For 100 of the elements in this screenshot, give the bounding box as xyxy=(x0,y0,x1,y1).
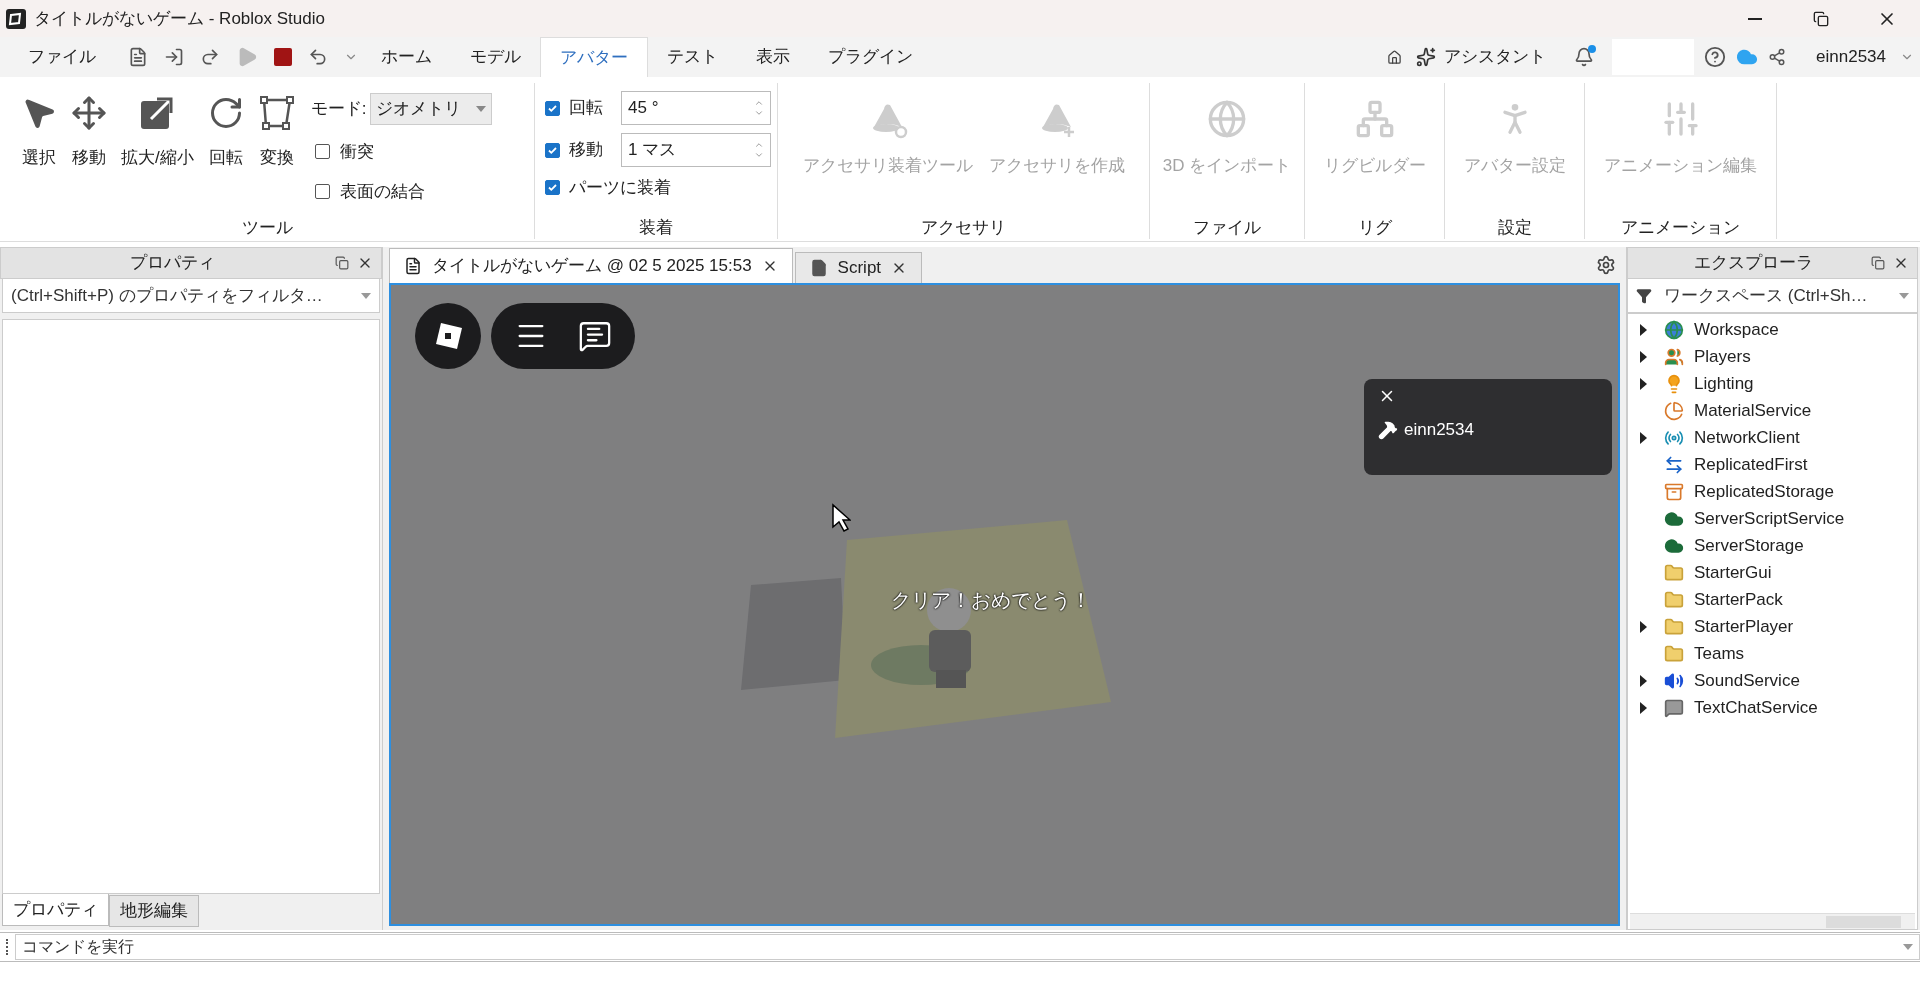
speaker-icon xyxy=(1664,670,1684,691)
help-icon[interactable] xyxy=(1704,46,1727,68)
snap-label: 移動 xyxy=(569,139,604,162)
filter-icon[interactable] xyxy=(1636,287,1652,304)
explorer-item[interactable]: Lighting xyxy=(1628,370,1917,397)
home-icon[interactable] xyxy=(1387,49,1403,65)
panel-tab[interactable]: プロパティ xyxy=(2,894,109,926)
ribbon-tab[interactable]: ホーム xyxy=(362,37,451,77)
tool-button[interactable]: 回転 xyxy=(200,93,251,215)
minimize-icon xyxy=(1748,17,1762,20)
explorer-item[interactable]: Teams xyxy=(1628,640,1917,667)
expand-arrow-icon[interactable] xyxy=(1639,701,1647,714)
script-icon xyxy=(809,259,828,277)
group-label: アニメーション xyxy=(1620,217,1741,239)
option-label: 表面の結合 xyxy=(339,180,425,203)
explorer-item[interactable]: StarterGui xyxy=(1628,559,1917,586)
tool-button[interactable]: 変換 xyxy=(250,93,303,215)
checkbox[interactable] xyxy=(314,183,330,199)
explorer-item[interactable]: Workspace xyxy=(1628,316,1917,343)
expand-arrow-icon[interactable] xyxy=(1639,350,1647,363)
chat-icon[interactable] xyxy=(578,319,612,353)
explorer-item[interactable]: Players xyxy=(1628,343,1917,370)
undock-icon[interactable] xyxy=(335,256,349,270)
folder-icon xyxy=(1664,643,1684,664)
app-logo-icon xyxy=(6,8,26,29)
check-icon xyxy=(547,182,558,194)
split-arrows-icon xyxy=(1664,454,1684,475)
horizontal-scrollbar[interactable] xyxy=(1630,913,1915,929)
expand-arrow-icon[interactable] xyxy=(1639,377,1647,390)
expand-arrow-icon[interactable] xyxy=(1639,620,1647,633)
box-icon xyxy=(1664,481,1684,502)
message-text: クリア！おめでとう！ xyxy=(891,588,1091,613)
group-label: アクセサリ xyxy=(920,217,1007,239)
globe-icon xyxy=(1207,99,1247,139)
filter-field[interactable]: (Ctrl+Shift+P) のプロパティをフィルタ… xyxy=(2,279,380,313)
explorer-item[interactable]: ReplicatedFirst xyxy=(1628,451,1917,478)
filter-field[interactable]: ワークスペース (Ctrl+Sh… xyxy=(1627,279,1918,313)
group-label: 装着 xyxy=(638,217,674,239)
restore-icon xyxy=(1813,10,1829,27)
game-viewport[interactable]: クリア！おめでとう！ einn2534 xyxy=(389,283,1620,926)
expand-arrow-icon[interactable] xyxy=(1639,674,1647,687)
folder-icon xyxy=(1664,589,1684,610)
explorer-item[interactable]: StarterPlayer xyxy=(1628,613,1917,640)
tool-button[interactable]: 拡大/縮小 xyxy=(114,93,201,215)
rig-icon xyxy=(1354,99,1395,139)
group-label: リグ xyxy=(1356,217,1393,239)
folder-icon xyxy=(1664,562,1684,583)
ribbon-tab[interactable]: テスト xyxy=(648,37,737,77)
increment-field[interactable]: 45 ° xyxy=(621,91,771,125)
expand-arrow-icon[interactable] xyxy=(1639,431,1647,444)
group-label: 設定 xyxy=(1496,217,1533,239)
ribbon-tab[interactable]: モデル xyxy=(451,37,540,77)
mouse-cursor-icon xyxy=(831,503,851,533)
assistant-button[interactable]: アシスタント xyxy=(1412,44,1551,70)
hammer-icon xyxy=(1378,419,1398,440)
tool-button[interactable]: 移動 xyxy=(64,93,114,215)
command-field[interactable]: コマンドを実行 xyxy=(15,934,1920,960)
file-menu[interactable]: ファイル xyxy=(0,37,124,77)
explorer-item[interactable]: TextChatService xyxy=(1628,694,1917,721)
checkbox[interactable] xyxy=(314,144,330,160)
new-file-icon[interactable] xyxy=(128,47,148,67)
explorer-item[interactable]: ServerScriptService xyxy=(1628,505,1917,532)
move-arrows-icon xyxy=(71,95,107,131)
undock-icon[interactable] xyxy=(1871,256,1885,270)
tool-button[interactable]: 選択 xyxy=(14,93,64,215)
notification-bell-icon[interactable] xyxy=(1574,47,1595,67)
document-tab[interactable]: Script xyxy=(794,252,923,283)
settings-icon[interactable] xyxy=(1596,255,1616,275)
grip-icon xyxy=(6,939,9,955)
option-label: 衝突 xyxy=(339,141,374,163)
panel-title: プロパティ xyxy=(129,252,215,275)
explorer-item[interactable]: MaterialService xyxy=(1628,397,1917,424)
user-menu[interactable]: einn2534 xyxy=(1816,44,1920,70)
explorer-item[interactable]: StarterPack xyxy=(1628,586,1917,613)
redo-icon[interactable] xyxy=(200,47,220,67)
mode-dropdown[interactable]: ジオメトリ xyxy=(370,93,493,125)
mode-label: モード: xyxy=(310,98,367,121)
snap-label: 回転 xyxy=(569,97,604,120)
undo-icon[interactable] xyxy=(308,47,328,67)
place-file-icon xyxy=(404,257,422,275)
explorer-item[interactable]: ServerStorage xyxy=(1628,532,1917,559)
ribbon-tab[interactable]: 表示 xyxy=(737,37,809,77)
panel-tab[interactable]: 地形編集 xyxy=(109,895,199,927)
ribbon-tab[interactable]: プラグイン xyxy=(809,37,932,77)
document-tab[interactable]: タイトルがないゲーム @ 02 5 2025 15:53 xyxy=(389,248,793,283)
checkbox[interactable] xyxy=(545,100,560,116)
expand-arrow-icon[interactable] xyxy=(1639,323,1647,336)
sparkles-icon xyxy=(1416,47,1437,67)
ribbon-tab[interactable]: アバター xyxy=(540,37,648,77)
increment-field[interactable]: 1 マス xyxy=(621,133,771,167)
explorer-item[interactable]: NetworkClient xyxy=(1628,424,1917,451)
checkbox[interactable] xyxy=(545,142,560,158)
explorer-item[interactable]: ReplicatedStorage xyxy=(1628,478,1917,505)
checkbox[interactable] xyxy=(545,180,560,196)
share-icon[interactable] xyxy=(1768,48,1787,66)
panel-title: エクスプローラ xyxy=(1694,252,1813,275)
users-icon xyxy=(1664,346,1684,367)
explorer-item[interactable]: SoundService xyxy=(1628,667,1917,694)
transform-icon xyxy=(257,94,296,132)
import-icon[interactable] xyxy=(164,47,184,67)
